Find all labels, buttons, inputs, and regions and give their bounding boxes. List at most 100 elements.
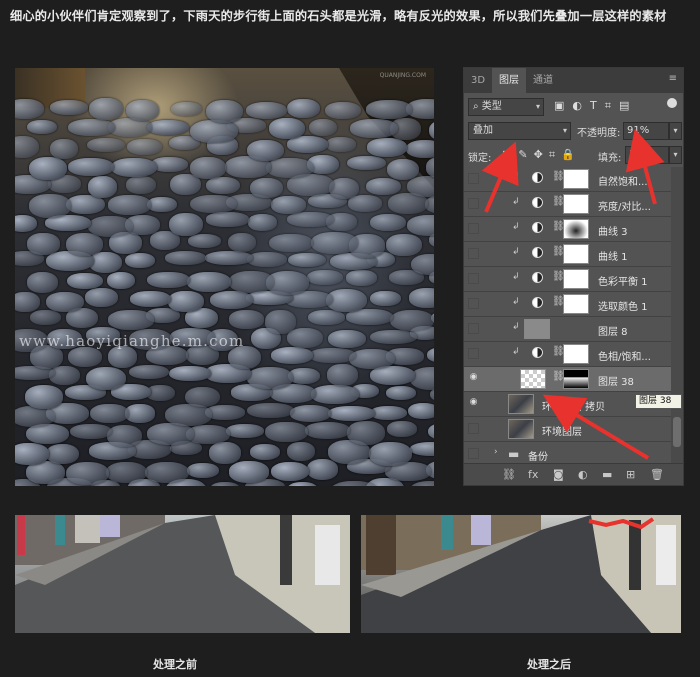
- scrollbar-thumb[interactable]: [673, 417, 681, 447]
- layer-mask-thumbnail[interactable]: [563, 269, 589, 289]
- panel-menu-icon[interactable]: ≡: [669, 73, 677, 84]
- layer-row[interactable]: ↲ ⛓ 曲线 1: [464, 242, 671, 267]
- filter-smart-icon[interactable]: ▤: [619, 99, 637, 112]
- cobblestone: [370, 291, 401, 307]
- visibility-eye-icon[interactable]: [468, 298, 479, 309]
- layer-row[interactable]: ↲ ⛓ 色彩平衡 1: [464, 267, 671, 292]
- lock-transparent-icon[interactable]: ▩: [502, 148, 518, 161]
- visibility-eye-icon[interactable]: ◉: [468, 398, 479, 409]
- layer-name[interactable]: 亮度/对比...: [598, 198, 651, 213]
- fx-icon[interactable]: fx: [528, 468, 538, 481]
- visibility-eye-icon[interactable]: [468, 348, 479, 359]
- layer-row[interactable]: ↲ 图层 8: [464, 317, 671, 342]
- lock-all-icon[interactable]: 🔒: [561, 148, 581, 161]
- visibility-eye-icon[interactable]: [468, 273, 479, 284]
- new-adjustment-icon[interactable]: ◐: [578, 468, 588, 481]
- layer-mask-thumbnail[interactable]: [563, 194, 589, 214]
- cobblestone: [128, 364, 169, 379]
- layer-mask-thumbnail[interactable]: [563, 294, 589, 314]
- cobblestone: [370, 405, 408, 420]
- adjustment-icon: [532, 197, 543, 208]
- layer-name[interactable]: 图层 8: [598, 323, 628, 338]
- cobblestone: [288, 252, 327, 268]
- layer-thumbnail[interactable]: [524, 319, 550, 339]
- link-layers-icon[interactable]: ⛓: [502, 468, 516, 481]
- cobblestone: [386, 158, 420, 181]
- layer-name[interactable]: 色相/饱和...: [598, 348, 651, 363]
- filter-pixel-icon[interactable]: ▣: [554, 99, 572, 112]
- layer-thumbnail[interactable]: [520, 369, 546, 389]
- cobblestone: [85, 288, 119, 308]
- layers-list: ↲ ⛓ 自然饱和... ↲ ⛓ 亮度/对比... ↲ ⛓ 曲线 3 ↲ ⛓ 曲线 1 ↲ ⛓ 色彩平衡 1 ↲…: [464, 167, 671, 463]
- cobblestone: [369, 329, 417, 345]
- layer-name[interactable]: 自然饱和...: [598, 173, 648, 188]
- visibility-eye-icon[interactable]: [468, 423, 479, 434]
- lock-move-icon[interactable]: ✥: [534, 148, 549, 161]
- filter-type-icon[interactable]: T: [590, 99, 605, 112]
- layer-name[interactable]: 备份: [528, 448, 548, 463]
- layer-name[interactable]: 曲线 3: [598, 223, 628, 238]
- visibility-eye-icon[interactable]: [468, 223, 479, 234]
- tab-3d[interactable]: 3D: [464, 68, 492, 93]
- layer-row[interactable]: ↲ ⛓ 自然饱和...: [464, 167, 671, 192]
- layer-thumbnail[interactable]: [508, 419, 534, 439]
- lock-icons: ▩✎✥⌗🔒: [502, 148, 581, 162]
- cobblestone: [287, 442, 316, 462]
- lock-artboard-icon[interactable]: ⌗: [549, 148, 561, 161]
- trash-icon[interactable]: 🗑: [650, 468, 664, 481]
- opacity-label: 不透明度:: [577, 128, 621, 139]
- cobblestone: [90, 403, 130, 424]
- add-mask-icon[interactable]: ◙: [553, 468, 564, 481]
- tab-layers[interactable]: 图层: [492, 68, 526, 93]
- layer-name[interactable]: 曲线 1: [598, 248, 628, 263]
- visibility-eye-icon[interactable]: [468, 448, 479, 459]
- layers-scrollbar[interactable]: [671, 167, 683, 463]
- layer-name[interactable]: 环境图层: [542, 423, 582, 438]
- cobblestone: [270, 196, 306, 214]
- cobblestone: [190, 119, 238, 144]
- cobblestone: [350, 119, 399, 138]
- cobblestone: [26, 272, 59, 293]
- opacity-dropdown-icon[interactable]: ▾: [669, 122, 682, 140]
- layer-name[interactable]: 图层 38: [598, 373, 634, 388]
- expand-chevron-icon[interactable]: ›: [494, 447, 498, 457]
- fill-dropdown-icon[interactable]: ▾: [669, 146, 682, 164]
- layer-name[interactable]: 选取颜色 1: [598, 298, 648, 313]
- layer-mask-thumbnail[interactable]: [563, 369, 589, 389]
- filter-toggle-icon[interactable]: [667, 98, 677, 108]
- blend-mode-select[interactable]: 叠加 ▾: [468, 122, 571, 140]
- layer-name[interactable]: 色彩平衡 1: [598, 273, 648, 288]
- filter-type-select[interactable]: ⌕ 类型 ▾: [468, 98, 544, 116]
- new-group-icon[interactable]: ▬: [602, 468, 612, 481]
- new-layer-icon[interactable]: ⊞: [626, 468, 635, 481]
- layer-mask-thumbnail[interactable]: [563, 344, 589, 364]
- layer-mask-thumbnail[interactable]: [563, 219, 589, 239]
- layer-name[interactable]: 环境图层 拷贝: [542, 398, 605, 413]
- layer-row[interactable]: ↲ ⛓ 选取颜色 1: [464, 292, 671, 317]
- cobblestone: [125, 252, 155, 269]
- layer-thumbnail[interactable]: [508, 394, 534, 414]
- opacity-input[interactable]: 91%: [623, 122, 669, 140]
- layer-row[interactable]: 环境图层: [464, 417, 671, 442]
- layer-mask-thumbnail[interactable]: [563, 244, 589, 264]
- cobblestone: [190, 194, 237, 214]
- cobblestone: [409, 441, 434, 456]
- filter-adjustment-icon[interactable]: ◐: [572, 99, 590, 112]
- cobblestone: [289, 405, 332, 422]
- visibility-eye-icon[interactable]: [468, 173, 479, 184]
- lock-paint-icon[interactable]: ✎: [518, 148, 533, 161]
- layer-mask-thumbnail[interactable]: [563, 169, 589, 189]
- layer-row[interactable]: ↲ ⛓ 曲线 3: [464, 217, 671, 242]
- layer-row[interactable]: › ▬ 备份: [464, 442, 671, 463]
- cobblestone: [125, 100, 159, 121]
- layer-row[interactable]: ↲ ⛓ 亮度/对比...: [464, 192, 671, 217]
- fill-input[interactable]: 100: [625, 146, 669, 164]
- visibility-eye-icon[interactable]: [468, 323, 479, 334]
- tab-channels[interactable]: 通道: [526, 68, 560, 93]
- layer-row[interactable]: ↲ ⛓ 色相/饱和...: [464, 342, 671, 367]
- filter-shape-icon[interactable]: ⌗: [605, 99, 619, 112]
- visibility-eye-icon[interactable]: ◉: [468, 373, 479, 384]
- layer-row[interactable]: ◉ ⛓ 图层 38: [464, 367, 671, 392]
- visibility-eye-icon[interactable]: [468, 198, 479, 209]
- visibility-eye-icon[interactable]: [468, 248, 479, 259]
